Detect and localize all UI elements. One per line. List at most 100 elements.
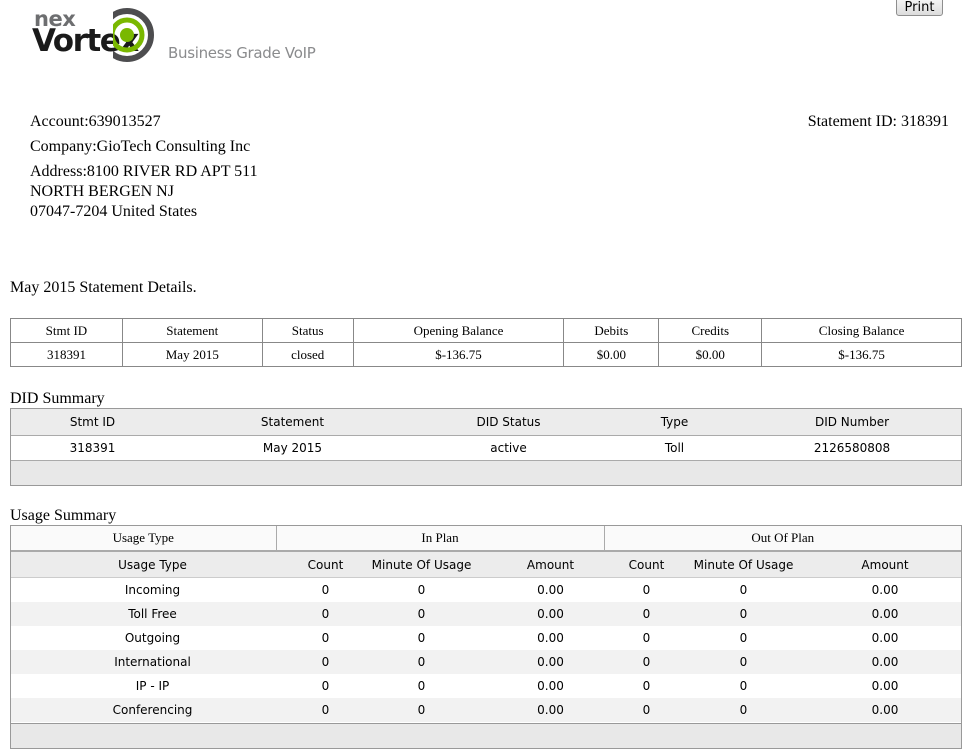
col-header[interactable]: Usage Type (11, 552, 294, 578)
usage-summary-grid: Usage Type In Plan Out Of Plan Usage Typ… (10, 525, 962, 749)
company-label: Company: (30, 138, 97, 155)
usage-grid-footer (11, 723, 961, 748)
col-header[interactable]: DID Number (743, 409, 961, 436)
col-header: Credits (658, 318, 763, 343)
address-block: Address:8100 RIVER RD APT 511 NORTH BERG… (30, 162, 258, 222)
table-cell: 318391 (11, 435, 174, 461)
table-cell: 0 (294, 650, 357, 674)
did-grid-footer (11, 461, 961, 485)
address-line-1: 8100 RIVER RD APT 511 (86, 163, 258, 180)
address-line-2: NORTH BERGEN NJ (30, 183, 174, 200)
logo-swirl-icon (113, 8, 154, 62)
table-cell: IP - IP (135, 679, 170, 693)
table-cell: Toll Free (11, 602, 294, 626)
table-cell: 0.00 (486, 602, 615, 626)
table-row[interactable]: IP - IP 0 0 0.00 0 0 0.00 (11, 674, 961, 698)
table-cell: 0 (678, 650, 809, 674)
table-cell: 2126580808 (743, 435, 961, 461)
table-cell: 0.00 (809, 602, 961, 626)
table-cell: 318391 (10, 342, 123, 367)
table-cell: 0 (294, 698, 357, 722)
col-header: Stmt ID (10, 318, 123, 343)
company-line: Company:GioTech Consulting Inc (30, 137, 250, 157)
table-cell: 0 (678, 602, 809, 626)
table-cell: 0 (642, 679, 651, 693)
table-row[interactable]: Incoming 0 0 0.00 0 0 0.00 (11, 578, 961, 603)
col-header[interactable]: DID Status (411, 409, 606, 436)
table-cell: $0.00 (563, 342, 660, 367)
col-header[interactable]: Count (615, 552, 678, 578)
table-cell: closed (261, 342, 354, 367)
table-row[interactable]: 318391 May 2015 active Toll 2126580808 (11, 435, 961, 461)
table-cell: 0.00 (486, 650, 615, 674)
table-header-row: Stmt ID Statement DID Status Type DID Nu… (11, 409, 961, 436)
table-cell: 0.00 (537, 583, 564, 597)
table-cell: International (11, 650, 294, 674)
usage-summary-table: Usage Type Count Minute Of Usage Amount … (11, 552, 961, 722)
col-header[interactable]: Type (606, 409, 743, 436)
col-header[interactable]: Amount (486, 552, 615, 578)
table-cell: $0.00 (658, 342, 763, 367)
address-label: Address: (30, 163, 87, 180)
table-row[interactable]: Toll Free 0 0 0.00 0 0 0.00 (11, 602, 961, 626)
table-cell: 0 (739, 631, 748, 645)
table-row[interactable]: Conferencing 0 0 0.00 0 0 0.00 (11, 698, 961, 722)
table-cell: 0 (615, 650, 678, 674)
table-cell: 0.00 (486, 698, 615, 722)
col-header[interactable]: Statement (174, 409, 411, 436)
table-cell: 0 (321, 679, 330, 693)
table-cell: 0.00 (871, 679, 899, 693)
table-cell: 0.00 (871, 631, 899, 645)
table-cell: 0 (615, 698, 678, 722)
table-cell: 0 (417, 583, 426, 597)
logo-tagline: Business Grade VoIP (168, 44, 316, 62)
table-cell: 0 (357, 698, 486, 722)
table-cell: 0 (417, 679, 426, 693)
table-cell: 0.00 (537, 679, 564, 693)
table-cell: May 2015 (174, 435, 411, 461)
table-cell: Outgoing (124, 631, 181, 645)
statement-id-value: 318391 (901, 113, 949, 130)
table-cell: 0 (615, 602, 678, 626)
table-cell: 0.00 (537, 631, 564, 645)
table-cell: 0 (294, 602, 357, 626)
col-header: Opening Balance (352, 318, 565, 343)
table-cell: Incoming (124, 583, 181, 597)
col-header[interactable]: Stmt ID (11, 409, 174, 436)
table-cell: $-136.75 (352, 342, 565, 367)
group-header-in-plan: In Plan (276, 526, 605, 552)
col-header[interactable]: Amount (809, 552, 961, 578)
col-header: Debits (563, 318, 660, 343)
nexvortex-logo: nex Vortex Business Grade VoIP (30, 3, 320, 65)
table-row[interactable]: International 0 0 0.00 0 0 0.00 (11, 650, 961, 674)
did-summary-title: DID Summary (10, 390, 105, 407)
table-cell: 0 (357, 602, 486, 626)
did-summary-table: Stmt ID Statement DID Status Type DID Nu… (11, 409, 961, 461)
table-cell: 0.00 (809, 698, 961, 722)
table-row[interactable]: Outgoing 0 0 0.00 0 0 0.00 (11, 626, 961, 650)
did-summary-grid: Stmt ID Statement DID Status Type DID Nu… (10, 408, 962, 486)
col-header[interactable]: Minute Of Usage (357, 552, 486, 578)
account-line: Account:639013527 (30, 112, 161, 132)
table-cell: Toll (606, 435, 743, 461)
group-header-out-of-plan: Out Of Plan (604, 526, 961, 552)
table-row: 318391 May 2015 closed $-136.75 $0.00 $0… (10, 342, 962, 367)
table-cell: $-136.75 (761, 342, 962, 367)
table-cell: 0.00 (809, 650, 961, 674)
col-header[interactable]: Minute Of Usage (678, 552, 809, 578)
statement-id-line: Statement ID: 318391 (808, 112, 949, 132)
group-header-row: Usage Type In Plan Out Of Plan (11, 526, 961, 552)
table-cell: active (411, 435, 606, 461)
table-cell: 0.00 (871, 583, 899, 597)
print-button[interactable]: Print (896, 0, 943, 16)
table-cell: Conferencing (11, 698, 294, 722)
table-cell: 0 (678, 698, 809, 722)
statement-details-table: Stmt ID Statement Status Opening Balance… (10, 318, 962, 367)
table-cell: 0 (642, 583, 651, 597)
col-header[interactable]: Count (294, 552, 357, 578)
table-header-row: Usage Type Count Minute Of Usage Amount … (11, 552, 961, 578)
statement-details-title: May 2015 Statement Details. (10, 279, 197, 296)
group-header-usage-type: Usage Type (11, 526, 277, 552)
account-number: 639013527 (88, 113, 161, 130)
address-line-3: 07047-7204 United States (30, 203, 198, 220)
